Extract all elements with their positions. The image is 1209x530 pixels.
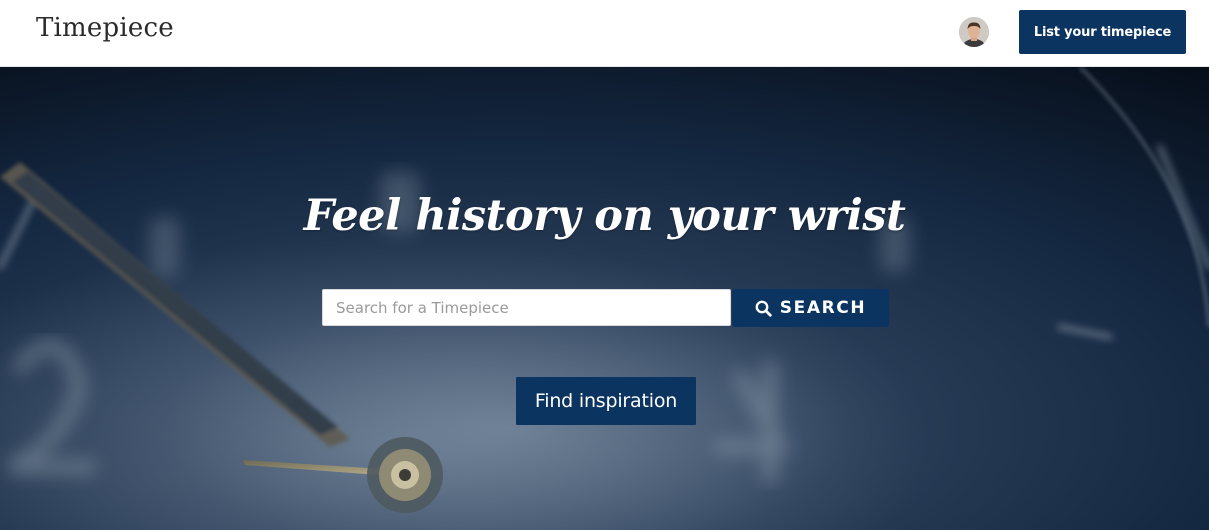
user-avatar[interactable] (959, 17, 989, 47)
search-icon (755, 300, 772, 317)
top-navigation-bar: Timepiece List your timepiece (0, 0, 1209, 67)
site-logo[interactable]: Timepiece (36, 13, 174, 43)
search-button-label: SEARCH (779, 298, 867, 318)
hero-section: Feel history on your wrist SEARCH Find i… (0, 67, 1209, 530)
find-inspiration-button[interactable]: Find inspiration (516, 377, 696, 425)
hero-tagline: Feel history on your wrist (303, 191, 906, 241)
search-input[interactable] (322, 289, 731, 326)
list-your-timepiece-button[interactable]: List your timepiece (1019, 10, 1186, 54)
avatar-photo (959, 17, 989, 47)
search-button[interactable]: SEARCH (732, 289, 889, 327)
